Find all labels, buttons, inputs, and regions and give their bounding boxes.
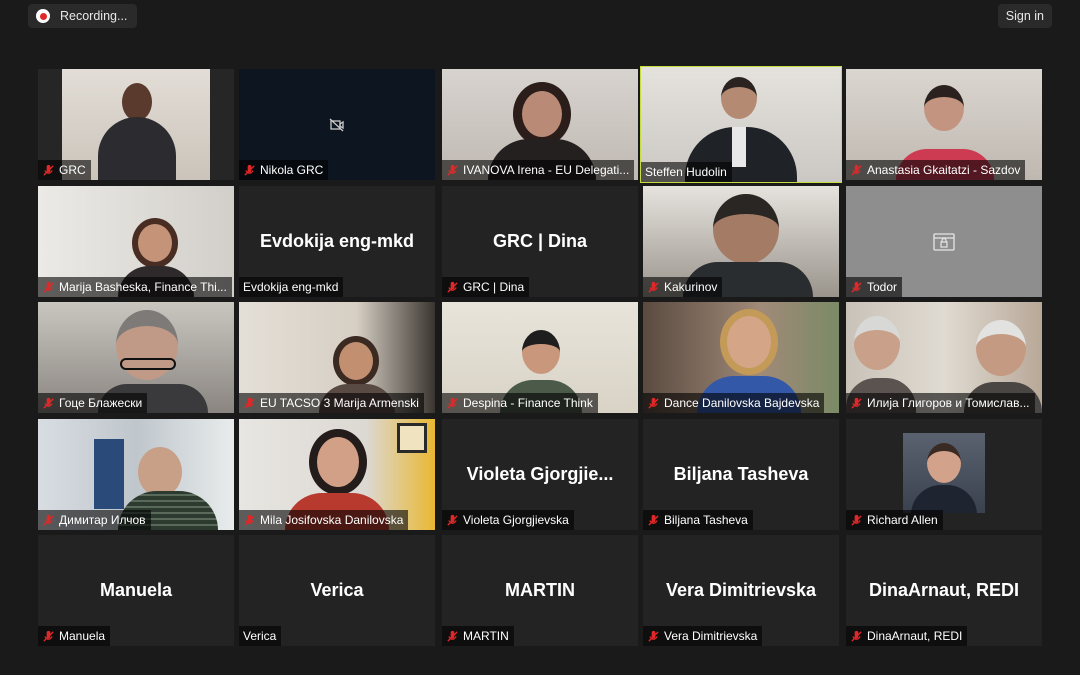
muted-mic-icon [43,630,54,642]
participant-tile[interactable]: EU TACSO 3 Marija Armenski [239,302,435,413]
participant-name-label: Dance Danilovska Bajdevska [643,393,825,413]
participant-tile[interactable]: MARTIN MARTIN [442,535,638,646]
muted-mic-icon [648,281,659,293]
participant-name-label: Todor [846,277,903,297]
participant-name-label: Violeta Gjorgjievska [442,510,574,530]
muted-mic-icon [447,281,458,293]
participant-tile[interactable]: Димитар Илчов [38,419,234,530]
muted-mic-icon [244,397,255,409]
muted-mic-icon [851,164,862,176]
muted-mic-icon [648,630,659,642]
participant-name-label: Biljana Tasheva [643,510,753,530]
participant-name-label: Richard Allen [846,510,943,530]
participant-tile[interactable]: Richard Allen [846,419,1042,530]
participant-name-label: Anastasia Gkaitatzi - Sazdov [846,160,1026,180]
participant-name-label: Димитар Илчов [38,510,151,530]
screen-share-locked-icon [933,232,955,251]
participant-tile[interactable]: Evdokija eng-mkd Evdokija eng-mkd [239,186,435,297]
participant-name-label: IVANOVA Irena - EU Delegati... [442,160,635,180]
participant-tile[interactable]: Kakurinov [643,186,839,297]
participant-name-label: Mila Josifovska Danilovska [239,510,409,530]
participant-name-label: Evdokija eng-mkd [239,277,344,297]
participant-tile[interactable]: Anastasia Gkaitatzi - Sazdov [846,69,1042,180]
participant-name-label: Илија Глигоров и Томислав... [846,393,1035,413]
participant-tile[interactable]: DinaArnaut, REDI DinaArnaut, REDI [846,535,1042,646]
muted-mic-icon [447,164,458,176]
participant-tile[interactable]: Violeta Gjorgjie... Violeta Gjorgjievska [442,419,638,530]
participant-tile[interactable]: Biljana Tasheva Biljana Tasheva [643,419,839,530]
participant-tile[interactable]: Verica Verica [239,535,435,646]
participant-name-label: Nikola GRC [239,160,329,180]
participant-name-label: Verica [239,626,282,646]
participant-tile[interactable]: GRC | Dina GRC | Dina [442,186,638,297]
participant-name-label: MARTIN [442,626,514,646]
muted-mic-icon [43,514,54,526]
muted-mic-icon [851,630,862,642]
muted-mic-icon [43,281,54,293]
participant-tile[interactable]: GRC [38,69,234,180]
participant-name-label: Despina - Finance Think [442,393,598,413]
video-off-icon [329,118,344,131]
participant-tile[interactable]: Manuela Manuela [38,535,234,646]
participant-tile-active-speaker[interactable]: Steffen Hudolin [640,66,842,183]
muted-mic-icon [43,397,54,409]
participant-name-label: Steffen Hudolin [641,162,732,182]
muted-mic-icon [648,397,659,409]
participant-tile[interactable]: Dance Danilovska Bajdevska [643,302,839,413]
muted-mic-icon [447,514,458,526]
muted-mic-icon [851,281,862,293]
muted-mic-icon [244,164,255,176]
muted-mic-icon [43,164,54,176]
participant-name-label: Kakurinov [643,277,723,297]
participant-tile[interactable]: Nikola GRC [239,69,435,180]
participant-name-label: GRC [38,160,91,180]
participant-gallery: GRC Nikola GRC IVANOVA Irena - EU Delega… [0,0,1080,675]
participant-name-label: Гоце Блажески [38,393,148,413]
participant-tile[interactable]: Mila Josifovska Danilovska [239,419,435,530]
participant-tile[interactable]: Marija Basheska, Finance Thi... [38,186,234,297]
muted-mic-icon [447,630,458,642]
muted-mic-icon [447,397,458,409]
muted-mic-icon [244,514,255,526]
participant-name-label: Manuela [38,626,111,646]
participant-tile[interactable]: Despina - Finance Think [442,302,638,413]
participant-tile[interactable]: Vera Dimitrievska Vera Dimitrievska [643,535,839,646]
participant-name-label: Vera Dimitrievska [643,626,763,646]
muted-mic-icon [648,514,659,526]
participant-name-label: DinaArnaut, REDI [846,626,968,646]
participant-name-label: Marija Basheska, Finance Thi... [38,277,232,297]
participant-tile[interactable]: IVANOVA Irena - EU Delegati... [442,69,638,180]
participant-tile[interactable]: Todor [846,186,1042,297]
participant-name-label: EU TACSO 3 Marija Armenski [239,393,424,413]
participant-tile[interactable]: Гоце Блажески [38,302,234,413]
muted-mic-icon [851,514,862,526]
participant-name-label: GRC | Dina [442,277,530,297]
participant-tile[interactable]: Илија Глигоров и Томислав... [846,302,1042,413]
muted-mic-icon [851,397,862,409]
profile-picture [903,433,985,513]
